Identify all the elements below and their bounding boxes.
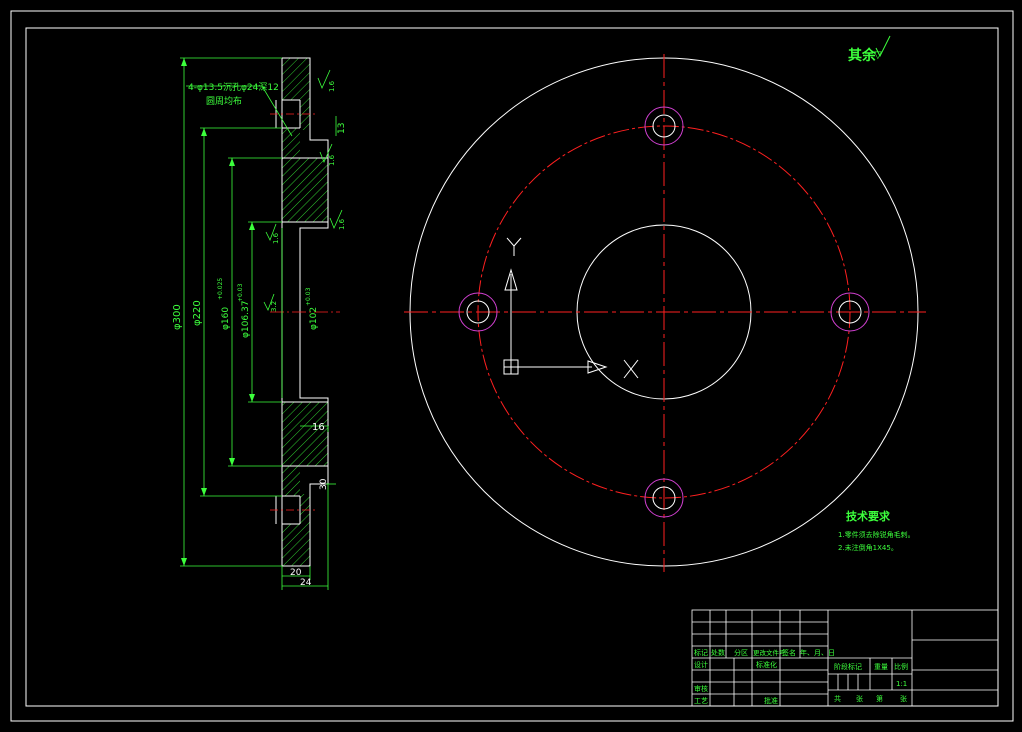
outer-frame bbox=[10, 10, 1014, 722]
tech-requirements-title: 技术要求 bbox=[846, 509, 891, 523]
dim-phi102-tol: +0.03 bbox=[305, 287, 312, 306]
roughness-inner-value: 3.2 bbox=[270, 301, 278, 312]
dim-20: 20 bbox=[290, 568, 302, 578]
tb-stage-mark: 阶段标记 bbox=[834, 662, 862, 671]
dim-13: 13 bbox=[337, 123, 347, 134]
cad-drawing-canvas[interactable]: 4-φ13.5沉孔φ24深12 圆周均布 1.6 1.6 1.6 1.6 3.2… bbox=[0, 0, 1022, 732]
dim-phi160-tol: +0.025 bbox=[217, 278, 224, 300]
roughness-rest-label: 其余 bbox=[848, 47, 877, 64]
tb-scale: 比例 bbox=[894, 662, 908, 671]
plan-view: Y X bbox=[404, 54, 926, 572]
tb-sheet-no: 第 bbox=[876, 694, 883, 703]
roughness-step-value: 1.6 bbox=[272, 232, 280, 244]
tb-sheet-unit: 张 bbox=[900, 694, 907, 703]
roughness-top-value: 1.6 bbox=[328, 80, 336, 92]
dim-phi106: φ106.37 bbox=[241, 301, 251, 338]
dim-phi102: φ102 bbox=[309, 307, 319, 330]
tb-weight: 重量 bbox=[874, 663, 888, 671]
tb-count: 处数 bbox=[711, 648, 725, 657]
tb-review: 审核 bbox=[694, 684, 708, 693]
tech-requirement-2: 2.未注倒角1X45。 bbox=[838, 543, 898, 552]
tb-approve: 批准 bbox=[764, 696, 778, 705]
section-view: 4-φ13.5沉孔φ24深12 圆周均布 1.6 1.6 1.6 1.6 3.2… bbox=[172, 57, 347, 590]
tb-mark: 标记 bbox=[694, 648, 708, 657]
roughness-face-value: 1.6 bbox=[338, 218, 346, 230]
tb-zone: 分区 bbox=[734, 648, 748, 657]
tech-requirement-1: 1.零件须去除锐角毛刺。 bbox=[838, 530, 915, 539]
roughness-rest-symbol: ▽ bbox=[874, 50, 882, 61]
tb-signature: 签名 bbox=[782, 648, 796, 657]
tb-process: 工艺 bbox=[694, 697, 708, 705]
roughness-bore-value: 1.6 bbox=[328, 154, 336, 166]
dim-phi106-tol: +0.03 bbox=[237, 283, 244, 302]
tb-sheets-total: 共 bbox=[834, 694, 841, 703]
tb-design: 设计 bbox=[694, 660, 708, 669]
tb-sheets-unit: 张 bbox=[856, 694, 863, 703]
ucs-icon bbox=[503, 237, 639, 379]
hole-note-2: 圆周均布 bbox=[206, 95, 242, 107]
dim-24: 24 bbox=[300, 578, 312, 588]
tb-scale-value: 1:1 bbox=[896, 680, 907, 688]
tb-date: 年、月、日 bbox=[800, 648, 835, 657]
dim-phi220: φ220 bbox=[192, 300, 203, 326]
title-block: 标记 处数 分区 更改文件号 签名 年、月、日 设计 标准化 阶段标记 重量 比… bbox=[691, 609, 999, 707]
hole-note: 4-φ13.5沉孔φ24深12 bbox=[188, 82, 279, 93]
dim-phi300: φ300 bbox=[172, 304, 183, 330]
dim-30: 30 bbox=[319, 478, 329, 490]
dim-phi160: φ160 bbox=[221, 307, 231, 330]
tb-standardize: 标准化 bbox=[756, 660, 777, 669]
dim-16: 16 bbox=[312, 422, 325, 433]
